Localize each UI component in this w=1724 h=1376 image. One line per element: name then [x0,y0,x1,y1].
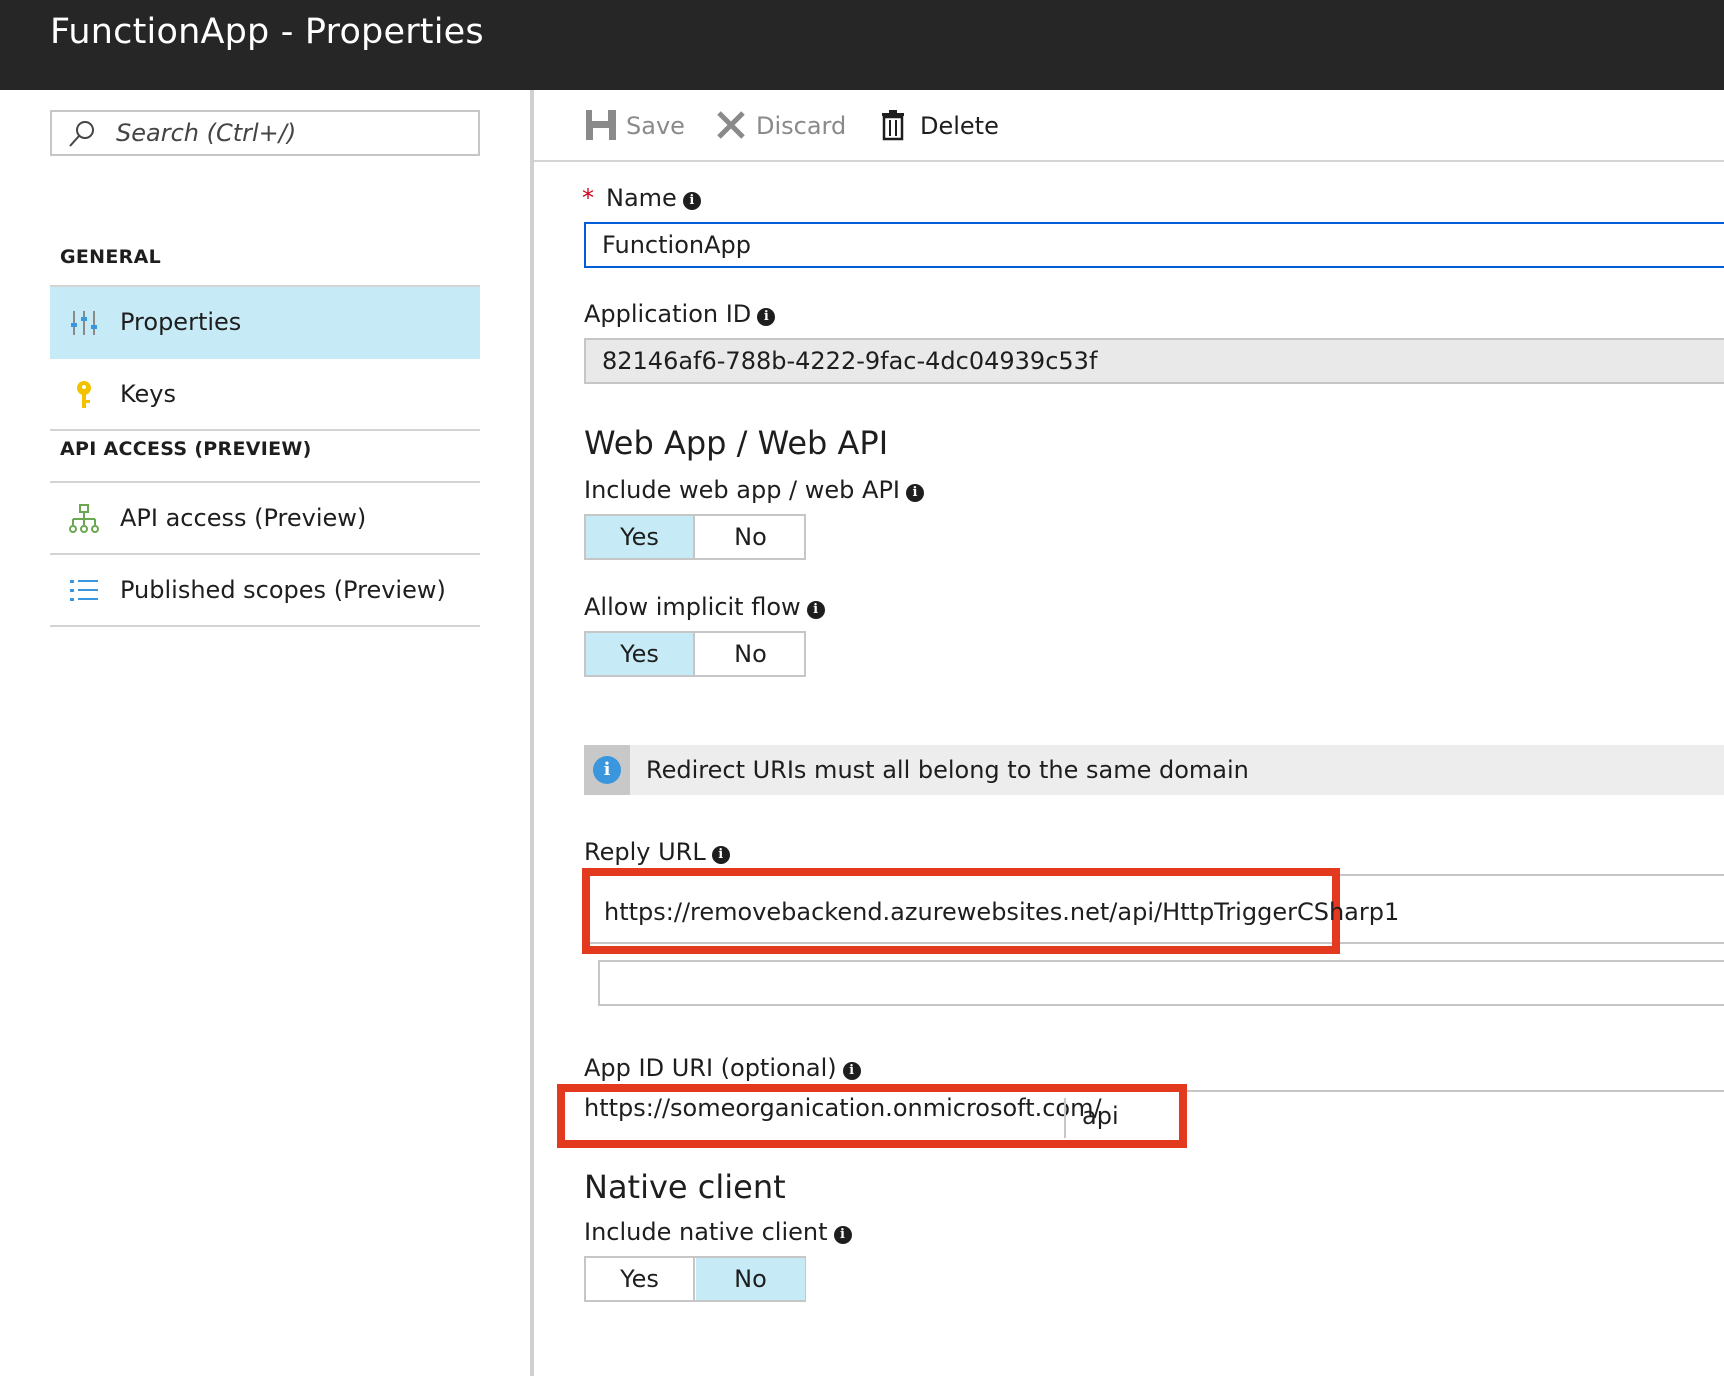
implicit-flow-toggle: Yes No [584,631,806,677]
sidebar-item-keys[interactable]: Keys [50,359,480,431]
trash-icon [882,110,904,141]
window-title: FunctionApp - Properties [50,12,484,52]
required-marker: * [582,184,594,212]
name-label: * Name i [582,184,701,212]
name-field[interactable]: FunctionApp [584,222,1724,268]
info-icon[interactable]: i [833,1226,852,1244]
implicit-flow-yes[interactable]: Yes [586,633,695,675]
reply-url-label: Reply URL i [584,838,730,866]
sidebar-item-label: Properties [120,308,242,336]
close-icon [717,111,745,139]
discard-label: Discard [756,112,847,140]
section-api-header: API ACCESS (PREVIEW) [60,438,312,460]
search-input[interactable]: Search (Ctrl+/) [50,110,480,156]
info-icon[interactable]: i [682,192,701,210]
sidebar-item-label: Published scopes (Preview) [120,576,446,604]
sidebar-item-properties[interactable]: Properties [50,287,480,359]
include-native-toggle: Yes No [584,1256,806,1302]
reply-url-field[interactable]: https://removebackend.azurewebsites.net/… [604,898,1399,926]
delete-label: Delete [920,112,999,140]
info-icon[interactable]: i [711,846,730,864]
include-native-no[interactable]: No [696,1258,805,1300]
info-icon[interactable]: i [757,308,776,326]
reply-url-new-field[interactable] [598,960,1724,1006]
info-icon[interactable]: i [906,484,924,502]
save-label: Save [626,112,685,140]
list-icon [70,580,98,601]
include-webapp-no[interactable]: No [696,516,805,558]
application-id-label: Application ID i [584,300,776,328]
title-bar: FunctionApp - Properties [0,0,1724,90]
red-highlight-box [557,1084,1187,1148]
implicit-flow-label: Allow implicit flow i [584,593,825,621]
app-id-uri-label: App ID URI (optional) i [584,1054,861,1082]
include-webapp-label: Include web app / web API i [584,476,924,504]
info-banner: i Redirect URIs must all belong to the s… [584,745,1724,795]
include-webapp-toggle: Yes No [584,514,806,560]
sidebar-item-label: Keys [120,380,177,408]
save-icon [586,110,616,140]
include-native-yes[interactable]: Yes [586,1258,695,1300]
webapp-heading: Web App / Web API [584,424,889,462]
info-icon[interactable]: i [806,601,825,619]
info-icon[interactable]: i [842,1062,861,1080]
implicit-flow-no[interactable]: No [696,633,805,675]
search-icon [69,121,94,147]
section-general-header: GENERAL [60,246,161,268]
application-id-field[interactable]: 82146af6-788b-4222-9fac-4dc04939c53f [584,338,1724,384]
sidebar-item-published-scopes[interactable]: Published scopes (Preview) [50,555,480,627]
search-placeholder: Search (Ctrl+/) [116,119,297,147]
sidebar-item-label: API access (Preview) [120,504,367,532]
key-icon [77,381,91,408]
info-banner-text: Redirect URIs must all belong to the sam… [646,756,1249,784]
command-bar: Save Discard Delete [534,90,1724,162]
sliders-icon [71,311,97,335]
left-nav: Search (Ctrl+/) GENERAL Properties Keys … [0,90,530,1376]
properties-form: * Name i FunctionApp Application ID i 82146… [534,162,1724,1376]
native-client-heading: Native client [584,1168,786,1206]
info-icon: i [593,756,621,784]
include-webapp-yes[interactable]: Yes [586,516,695,558]
hierarchy-icon [69,504,99,533]
sidebar-item-api-access[interactable]: API access (Preview) [50,483,480,555]
include-native-label: Include native client i [584,1218,852,1246]
